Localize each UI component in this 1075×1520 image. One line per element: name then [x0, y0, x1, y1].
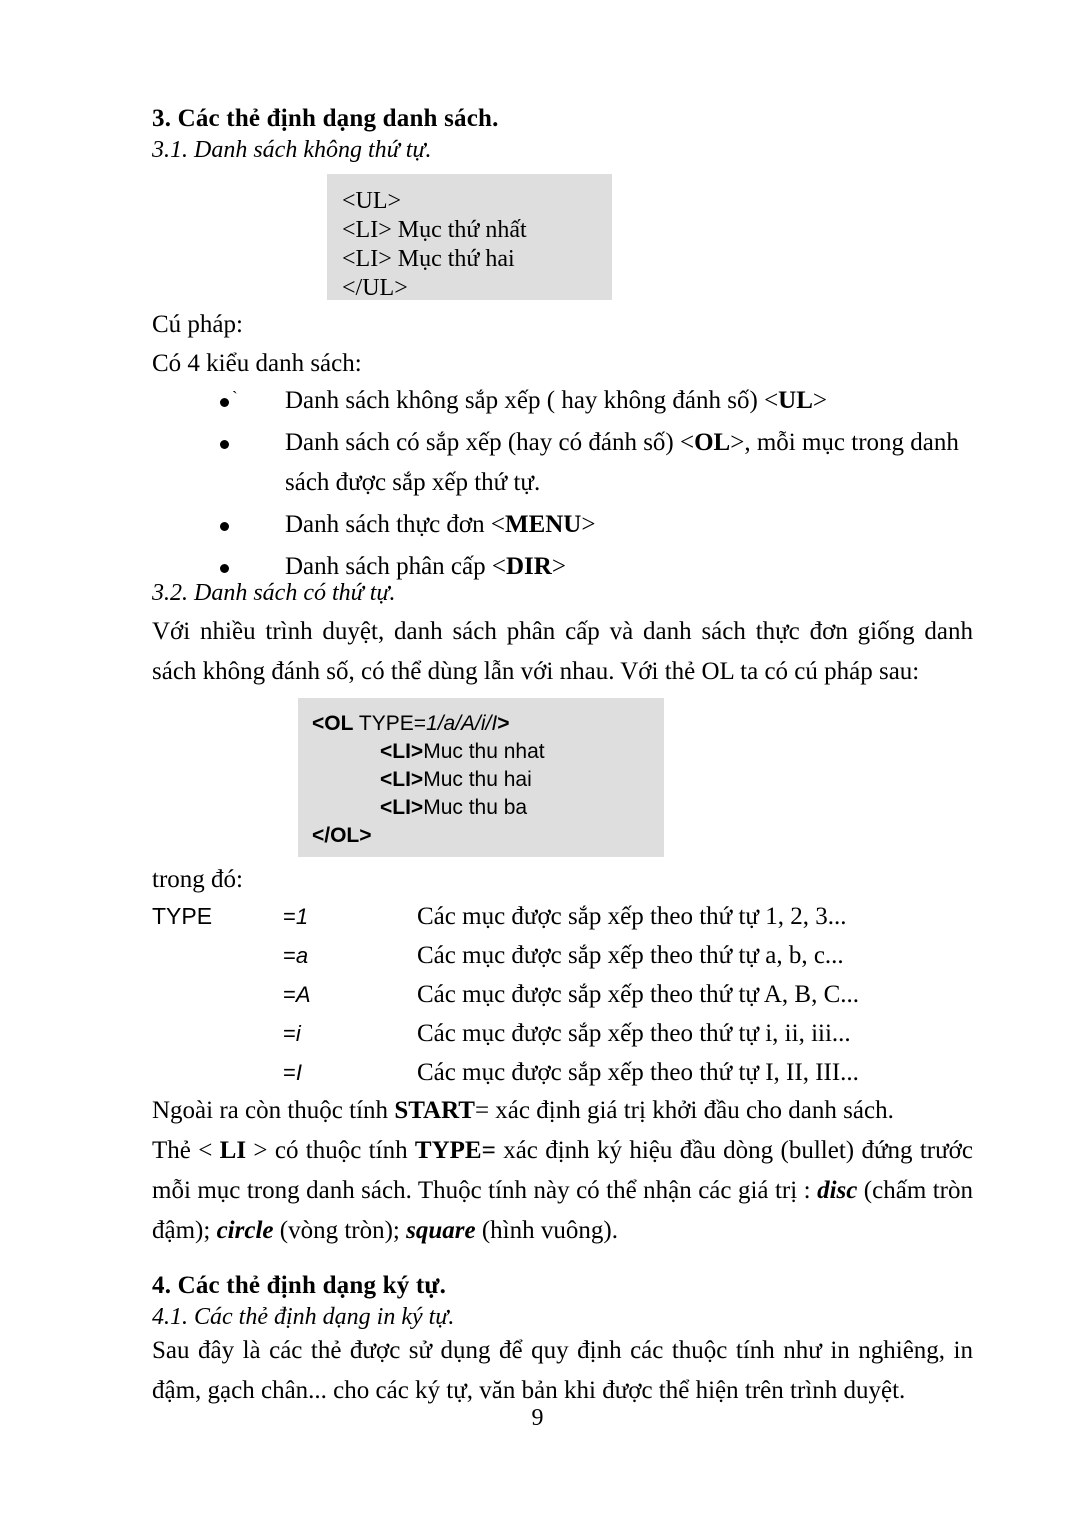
table-row: =i Các mục được sắp xếp theo thứ tự i, i…: [152, 1014, 973, 1053]
bullet-disc-icon: [220, 564, 229, 573]
type-equals: =: [283, 904, 296, 929]
code-text: Muc thu nhat: [423, 740, 545, 763]
type-values-table: TYPE =1 Các mục được sắp xếp theo thứ tự…: [152, 897, 973, 1092]
type-value: =i: [283, 1014, 417, 1053]
code-line: <LI> Mục thứ hai: [342, 246, 515, 272]
list-item-text-before: Danh sách có sắp xếp (hay có đánh số) <: [285, 429, 695, 456]
type-key-empty: [152, 975, 283, 1014]
type-equals: =: [283, 943, 296, 968]
list-types-bullets: ` Danh sách không sắp xếp ( hay không đá…: [152, 381, 973, 589]
li-para-p2: > có thuộc tính: [246, 1137, 415, 1164]
li-para-p5: (vòng tròn);: [273, 1217, 407, 1244]
li-keyword: LI: [219, 1137, 247, 1164]
bullet-disc-icon: [220, 522, 229, 531]
code-line: <LI> Mục thứ nhất: [342, 217, 527, 243]
code-tag-li: <LI>: [380, 740, 424, 763]
list-item-tag: DIR: [505, 553, 552, 580]
code-line: <LI>Muc thu nhat: [312, 738, 664, 766]
value-square: square: [406, 1217, 476, 1244]
document-page: 3. Các thẻ định dạng danh sách. 3.1. Dan…: [152, 0, 973, 1520]
code-line: <LI>Muc thu ba: [312, 794, 664, 822]
page-number: 9: [531, 1405, 544, 1431]
type-description: Các mục được sắp xếp theo thứ tự A, B, C…: [417, 981, 860, 1008]
type-equals: =: [283, 1060, 296, 1085]
code-tag-close-ol: </OL>: [312, 824, 372, 847]
value-disc: disc: [817, 1177, 858, 1204]
list-item-text-after: >: [581, 511, 596, 538]
type-key-empty: [152, 1053, 283, 1092]
code-line: <OL TYPE=1/a/A/i/I>: [312, 710, 664, 738]
type-value: =I: [283, 1053, 417, 1092]
list-item-text-after: >: [551, 553, 566, 580]
start-attribute-paragraph: Ngoài ra còn thuộc tính START= xác định …: [152, 1091, 973, 1131]
table-row: =A Các mục được sắp xếp theo thứ tự A, B…: [152, 975, 973, 1014]
list-item-tag: UL: [778, 387, 813, 414]
code-line: </OL>: [312, 822, 664, 850]
list-item-text-before: Danh sách không sắp xếp ( hay không đánh…: [285, 387, 779, 414]
syntax-label: Cú pháp:: [152, 311, 243, 338]
type-key: TYPE: [152, 903, 213, 929]
li-para-p1: Thẻ <: [152, 1137, 220, 1164]
type-equals: =: [283, 982, 296, 1007]
type-value: =a: [283, 936, 417, 975]
list-item-tag: OL: [694, 429, 731, 456]
type-key-empty: [152, 1014, 283, 1053]
li-para-p6: (hình vuông).: [475, 1217, 618, 1244]
code-text: Muc thu ba: [423, 796, 528, 819]
code-tag-open: <OL: [312, 712, 354, 735]
section-3-heading: 3. Các thẻ định dạng danh sách.: [152, 105, 499, 132]
table-row: =a Các mục được sắp xếp theo thứ tự a, b…: [152, 936, 973, 975]
list-types-intro: Có 4 kiểu danh sách:: [152, 350, 362, 377]
type-equals: =: [283, 1021, 296, 1046]
bullet-disc-icon: [220, 440, 229, 449]
type-value: =A: [283, 975, 417, 1014]
type-value-letter: a: [295, 943, 309, 968]
start-keyword: START: [394, 1097, 475, 1124]
code-tag-li: <LI>: [380, 768, 424, 791]
list-item-tag: MENU: [504, 511, 582, 538]
section-4-heading: 4. Các thẻ định dạng ký tự.: [152, 1272, 447, 1299]
type-description: Các mục được sắp xếp theo thứ tự I, II, …: [417, 1059, 859, 1086]
section-4-1-subheading: 4.1. Các thẻ định dạng in ký tự.: [152, 1304, 455, 1330]
code-attr-name: TYPE=: [353, 712, 427, 735]
code-attr-value: 1/a/A/i/I: [426, 712, 498, 735]
value-circle: circle: [216, 1217, 274, 1244]
code-tag-close: >: [497, 712, 510, 735]
list-item-text-before: Danh sách thực đơn <: [285, 511, 505, 538]
type-value-letter: 1: [295, 904, 309, 929]
list-item: Danh sách thực đơn <MENU>: [152, 505, 973, 545]
table-row: =I Các mục được sắp xếp theo thứ tự I, I…: [152, 1053, 973, 1092]
code-text: Muc thu hai: [423, 768, 532, 791]
section-3-2-subheading: 3.2. Danh sách có thứ tự.: [152, 580, 396, 606]
section-3-1-subheading: 3.1. Danh sách không thứ tự.: [152, 137, 432, 163]
type-value: =1: [283, 897, 417, 936]
code-line: <LI>Muc thu hai: [312, 766, 664, 794]
where-label: trong đó:: [152, 866, 243, 893]
list-item-text-after: >: [812, 387, 828, 414]
code-line: <UL>: [342, 188, 402, 214]
section-4-paragraph: Sau đây là các thẻ được sử dụng để quy đ…: [152, 1337, 973, 1404]
code-block-ul: <UL> <LI> Mục thứ nhất <LI> Mục thứ hai …: [327, 174, 612, 301]
start-para-before: Ngoài ra còn thuộc tính: [152, 1097, 395, 1124]
li-type-paragraph: Thẻ < LI > có thuộc tính TYPE= xác định …: [152, 1131, 973, 1251]
type-value-letter: I: [295, 1060, 302, 1085]
bullet-disc-icon: [220, 398, 229, 407]
type-value-letter: A: [295, 982, 311, 1007]
type-description: Các mục được sắp xếp theo thứ tự i, ii, …: [417, 1020, 851, 1047]
type-key-empty: [152, 936, 283, 975]
type-description: Các mục được sắp xếp theo thứ tự a, b, c…: [417, 942, 844, 969]
table-row: TYPE =1 Các mục được sắp xếp theo thứ tự…: [152, 897, 973, 936]
start-para-after: = xác định giá trị khởi đầu cho danh sác…: [474, 1097, 894, 1124]
type-description: Các mục được sắp xếp theo thứ tự 1, 2, 3…: [417, 903, 847, 930]
type-value-letter: i: [295, 1021, 301, 1046]
code-line: </UL>: [342, 275, 408, 301]
list-item-text-before: Danh sách phân cấp <: [285, 553, 506, 580]
code-block-ol: <OL TYPE=1/a/A/i/I> <LI>Muc thu nhat <LI…: [298, 698, 664, 857]
stray-mark: `: [232, 388, 238, 407]
list-item: Danh sách có sắp xếp (hay có đánh số) <O…: [152, 423, 973, 503]
list-item: ` Danh sách không sắp xếp ( hay không đá…: [152, 381, 973, 421]
code-tag-li: <LI>: [380, 796, 424, 819]
section-3-2-paragraph: Với nhiều trình duyệt, danh sách phân cấ…: [152, 618, 973, 685]
type-keyword: TYPE=: [414, 1137, 496, 1164]
